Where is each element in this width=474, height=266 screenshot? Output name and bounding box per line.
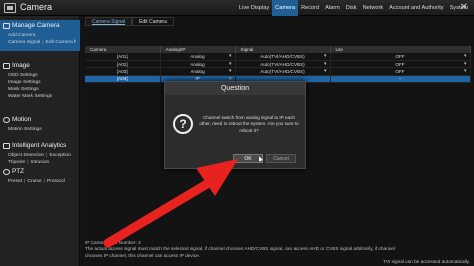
sidebar-row-analytics-2: Tripwire | Intrusion	[8, 160, 50, 165]
sidebar-item-edit-camera[interactable]: Edit Camera	[46, 40, 73, 45]
menu-disk[interactable]: Disk	[343, 0, 360, 16]
sidebar-row-ptz: Preset | Cruise | Protocol	[8, 179, 65, 184]
type-select[interactable]: Analog	[160, 67, 236, 76]
signal-select[interactable]: Auto(TVI/AHD/CVBS)	[235, 60, 331, 69]
sidebar-item-cruise[interactable]: Cruise	[27, 179, 41, 184]
image-icon	[3, 63, 10, 69]
nav-ptz-label: PTZ	[12, 168, 25, 175]
nav-manage-camera[interactable]: Manage Camera Add Camera Camera Signal | E…	[0, 20, 80, 51]
menu-alarm[interactable]: Alarm	[322, 0, 343, 16]
sidebar-item-water-mark-settings[interactable]: Water Mark Settings	[0, 93, 80, 100]
sidebar-item-mask-settings[interactable]: Mask Settings	[0, 86, 80, 93]
col-camera: Camera	[85, 46, 161, 53]
lite-select[interactable]: OFF	[330, 60, 471, 69]
sidebar-item-intrusion[interactable]: Intrusion	[31, 160, 50, 165]
tab-camera-signal[interactable]: Camera Signal	[85, 17, 133, 26]
sidebar-item-osd-settings[interactable]: OSD Settings	[0, 72, 80, 79]
lite-cell: --	[330, 75, 471, 84]
nav-image-label: Image	[12, 62, 30, 69]
sidebar-item-protocol[interactable]: Protocol	[47, 179, 65, 184]
cell-camera: [A02]	[85, 60, 161, 69]
camera-icon	[4, 3, 16, 13]
col-analog-ip: Analog/IP	[160, 46, 236, 53]
menu-live-display[interactable]: Live Display	[236, 0, 272, 16]
camera-icon	[3, 23, 10, 29]
menu-network[interactable]: Network	[360, 0, 387, 16]
chevron-right-icon: ›	[73, 38, 76, 45]
cell-camera: [A04]	[85, 75, 161, 84]
top-menu: Live Display Camera Record Alarm Disk Ne…	[236, 0, 471, 16]
sidebar-item-add-camera[interactable]: Add Camera	[0, 32, 80, 39]
menu-camera[interactable]: Camera	[272, 0, 299, 16]
footnote-line: TVI signal can be accessed automatically…	[383, 259, 470, 265]
table-row[interactable]: [A01] Analog Auto(TVI/AHD/CVBS) OFF	[85, 53, 471, 61]
lite-select[interactable]: OFF	[330, 67, 471, 76]
type-select[interactable]: Analog	[160, 53, 236, 61]
lite-select[interactable]: OFF	[330, 53, 471, 61]
sidebar-item-image-settings[interactable]: Image Settings	[0, 79, 80, 86]
table-row[interactable]: [A03] Analog Auto(TVI/AHD/CVBS) OFF	[85, 67, 471, 76]
menu-record[interactable]: Record	[298, 0, 322, 16]
sidebar-row-camera-signal: Camera Signal | Edit Camera ›	[8, 38, 76, 45]
cell-camera: [A01]	[85, 53, 161, 61]
nav-motion-label: Motion	[12, 116, 32, 123]
motion-icon	[3, 117, 10, 123]
sidebar-item-object-detection[interactable]: Object Detection	[8, 153, 44, 158]
table-row[interactable]: [A02] Analog Auto(TVI/AHD/CVBS) OFF	[85, 60, 471, 69]
sidebar-item-preset[interactable]: Preset	[8, 179, 22, 184]
menu-account-authority[interactable]: Account and Authority	[386, 0, 446, 16]
col-lite: Lite	[330, 46, 471, 53]
signal-select[interactable]: Auto(TVI/AHD/CVBS)	[235, 67, 331, 76]
sidebar: Manage Camera Add Camera Camera Signal | E…	[0, 16, 80, 266]
ptz-icon	[3, 169, 10, 175]
tab-bar: Camera Signal Edit Camera	[85, 17, 174, 26]
signal-table: Camera Analog/IP Signal Lite [A01] Analo…	[85, 46, 471, 84]
sidebar-item-tripwire[interactable]: Tripwire	[8, 160, 25, 165]
top-bar: Camera Live Display Camera Record Alarm …	[0, 0, 474, 16]
sidebar-item-motion-settings[interactable]: Motion Settings	[0, 126, 80, 133]
dialog-message: Channel switch from analog signal to IP …	[199, 115, 299, 133]
window-title: Camera	[20, 2, 53, 12]
sidebar-row-analytics-1: Object Detection | Exception	[8, 153, 71, 158]
type-select[interactable]: Analog	[160, 60, 236, 69]
cancel-button[interactable]: Cancel	[266, 154, 296, 163]
nav-motion[interactable]: Motion Motion Settings	[0, 114, 80, 133]
nav-image[interactable]: Image OSD Settings Image Settings Mask S…	[0, 60, 80, 100]
nav-intelligent-analytics[interactable]: Intelligent Analytics Object Detection | E…	[0, 140, 80, 166]
close-icon[interactable]: ✕	[460, 1, 468, 15]
col-signal: Signal	[235, 46, 331, 53]
sidebar-item-exception[interactable]: Exception	[49, 153, 70, 158]
question-icon: ?	[173, 114, 193, 134]
tab-edit-camera[interactable]: Edit Camera	[132, 17, 174, 26]
nav-ptz[interactable]: PTZ Preset | Cruise | Protocol	[0, 166, 80, 185]
sidebar-item-camera-signal[interactable]: Camera Signal	[8, 40, 40, 45]
question-dialog: Question ? Channel switch from analog si…	[164, 81, 306, 169]
nav-intelligent-label: Intelligent Analytics	[12, 142, 67, 149]
nav-manage-camera-label: Manage Camera	[12, 22, 60, 29]
cell-camera: [A03]	[85, 67, 161, 76]
analytics-icon	[3, 143, 10, 149]
dialog-title: Question	[165, 82, 305, 95]
footnote: IP Camera Max Number: 3 The actual acces…	[85, 240, 470, 266]
signal-select[interactable]: Auto(TVI/AHD/CVBS)	[235, 53, 331, 61]
